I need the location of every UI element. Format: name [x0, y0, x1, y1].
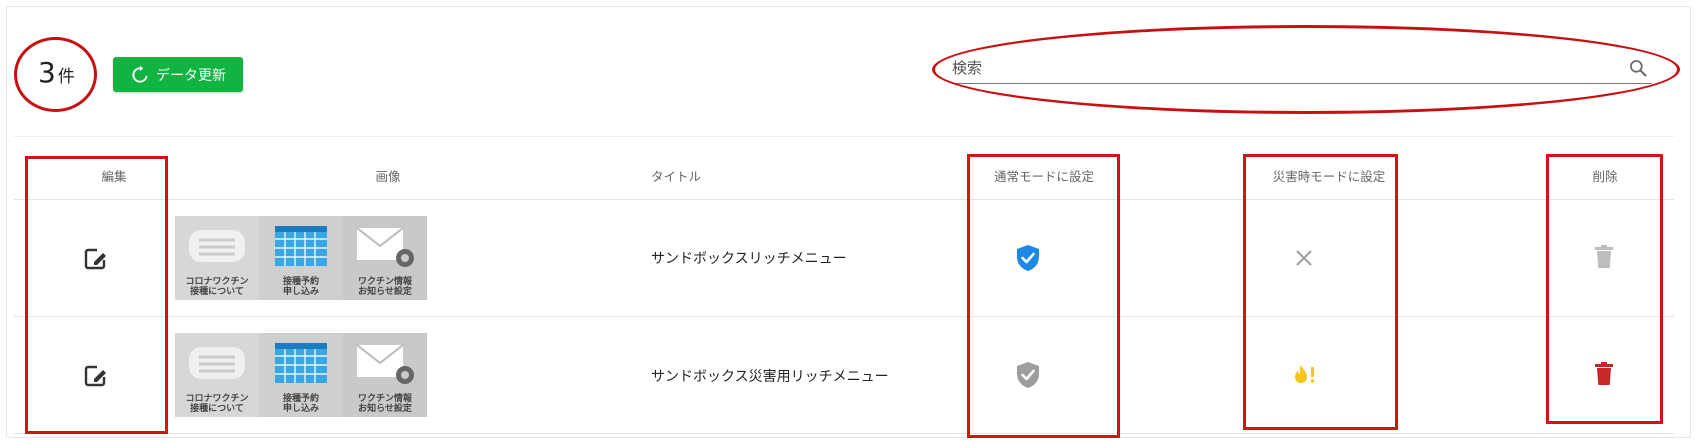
search-input[interactable]	[952, 55, 1602, 81]
item-count-value: 3	[38, 56, 56, 89]
shield-check-icon[interactable]	[1015, 361, 1041, 389]
rich-menu-image: コロナワクチン 接種について 接種予約 申し込み ワクチン情報 お知らせ設定	[175, 333, 427, 417]
thumb-caption: 申し込み	[282, 287, 319, 297]
edit-icon[interactable]	[83, 246, 109, 272]
header-title: タイトル	[651, 169, 702, 184]
search-icon[interactable]	[1628, 58, 1648, 78]
refresh-data-label: データ更新	[156, 67, 226, 84]
header-disaster-mode: 災害時モードに設定	[1272, 169, 1386, 184]
fire-alert-icon[interactable]	[1292, 364, 1318, 386]
thumb-caption: 接種予約	[282, 277, 319, 287]
thumb-calendar: 接種予約 申し込み	[259, 216, 343, 300]
thumb-mail-settings: ワクチン情報 お知らせ設定	[343, 216, 427, 300]
shield-check-icon[interactable]	[1015, 244, 1041, 272]
thumb-caption: ワクチン情報	[357, 394, 412, 404]
menu-title: サンドボックス災害用リッチメニュー	[651, 369, 889, 385]
item-count-unit: 件	[57, 67, 75, 87]
thumb-caption: コロナワクチン	[185, 394, 249, 404]
menu-title: サンドボックスリッチメニュー	[651, 251, 847, 267]
refresh-data-button[interactable]: データ更新	[113, 57, 243, 92]
row-divider	[14, 316, 1674, 317]
search-field	[952, 55, 1652, 84]
header-divider	[14, 199, 1674, 200]
rich-menu-image: コロナワクチン 接種について 接種予約 申し込み ワクチン情報 お知らせ設定	[175, 216, 427, 300]
thumb-caption: コロナワクチン	[185, 277, 249, 287]
table-top-divider	[14, 136, 1674, 137]
thumb-caption: 接種予約	[282, 394, 319, 404]
close-icon[interactable]	[1295, 249, 1313, 267]
thumb-mail-settings: ワクチン情報 お知らせ設定	[343, 333, 427, 417]
thumb-caption: 接種について	[190, 287, 244, 297]
thumb-caption: 接種について	[190, 404, 244, 414]
thumb-caption: ワクチン情報	[357, 277, 412, 287]
thumb-caption: お知らせ設定	[358, 287, 412, 297]
calendar-icon	[275, 343, 327, 383]
mask-icon	[189, 347, 245, 379]
trash-icon	[1595, 245, 1613, 268]
header-normal-mode: 通常モードに設定	[993, 169, 1095, 184]
thumb-caption: お知らせ設定	[358, 404, 412, 414]
row-divider	[14, 433, 1674, 434]
trash-icon[interactable]	[1594, 362, 1614, 386]
mail-settings-icon	[356, 344, 414, 384]
edit-icon[interactable]	[83, 363, 109, 389]
calendar-icon	[275, 226, 327, 266]
mail-settings-icon	[356, 227, 414, 267]
item-count: 3 件	[38, 56, 75, 89]
header-delete: 削除	[1592, 169, 1618, 184]
header-edit: 編集	[101, 169, 127, 184]
thumb-mask: コロナワクチン 接種について	[175, 333, 259, 417]
thumb-mask: コロナワクチン 接種について	[175, 216, 259, 300]
thumb-calendar: 接種予約 申し込み	[259, 333, 343, 417]
header-image: 画像	[375, 169, 401, 184]
mask-icon	[189, 230, 245, 262]
thumb-caption: 申し込み	[282, 404, 319, 414]
refresh-icon	[132, 65, 148, 83]
